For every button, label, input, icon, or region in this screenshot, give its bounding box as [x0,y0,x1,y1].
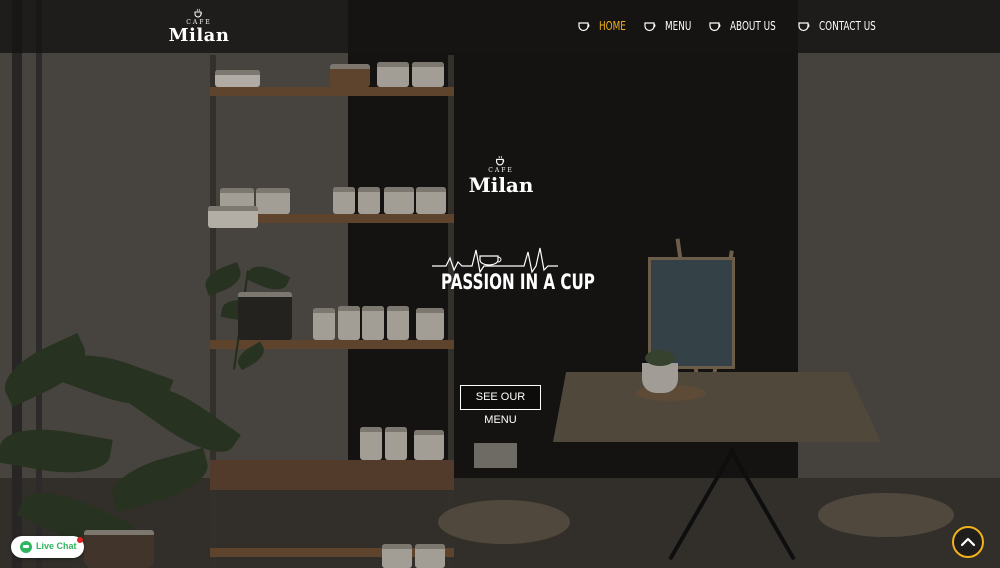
coffee-cup-icon [644,22,656,32]
coffee-cup-icon [496,155,505,166]
hero-tagline: PASSION IN A CUP [441,270,595,294]
nav-contact-us[interactable]: CONTACT US [819,19,876,33]
nav-about-us[interactable]: ABOUT US [730,19,776,33]
coffee-cup-icon [709,22,721,32]
chevron-up-icon [960,537,976,547]
see-our-menu-button[interactable]: SEE OUR MENU [460,385,541,426]
coffee-cup-icon [798,22,810,32]
logo-name: Milan [168,25,230,46]
site-logo[interactable]: CAFE Milan [168,8,230,46]
chat-bubble-icon [20,541,32,553]
hero-logo-name: Milan [468,173,534,197]
nav-menu[interactable]: MENU [665,19,691,33]
live-chat-label: Live Chat [36,541,77,551]
coffee-cup-icon [194,8,202,18]
site-header: CAFE Milan HOME MENU ABOUT US CONTACT US [0,0,1000,53]
hero-logo: CAFE Milan [466,155,536,199]
main-nav: HOME MENU ABOUT US CONTACT US [578,17,900,35]
nav-home[interactable]: HOME [599,19,626,33]
live-chat-button[interactable]: Live Chat [11,536,84,558]
scroll-to-top-button[interactable] [952,526,984,558]
chat-notification-dot [77,537,83,543]
coffee-cup-icon [578,22,590,32]
